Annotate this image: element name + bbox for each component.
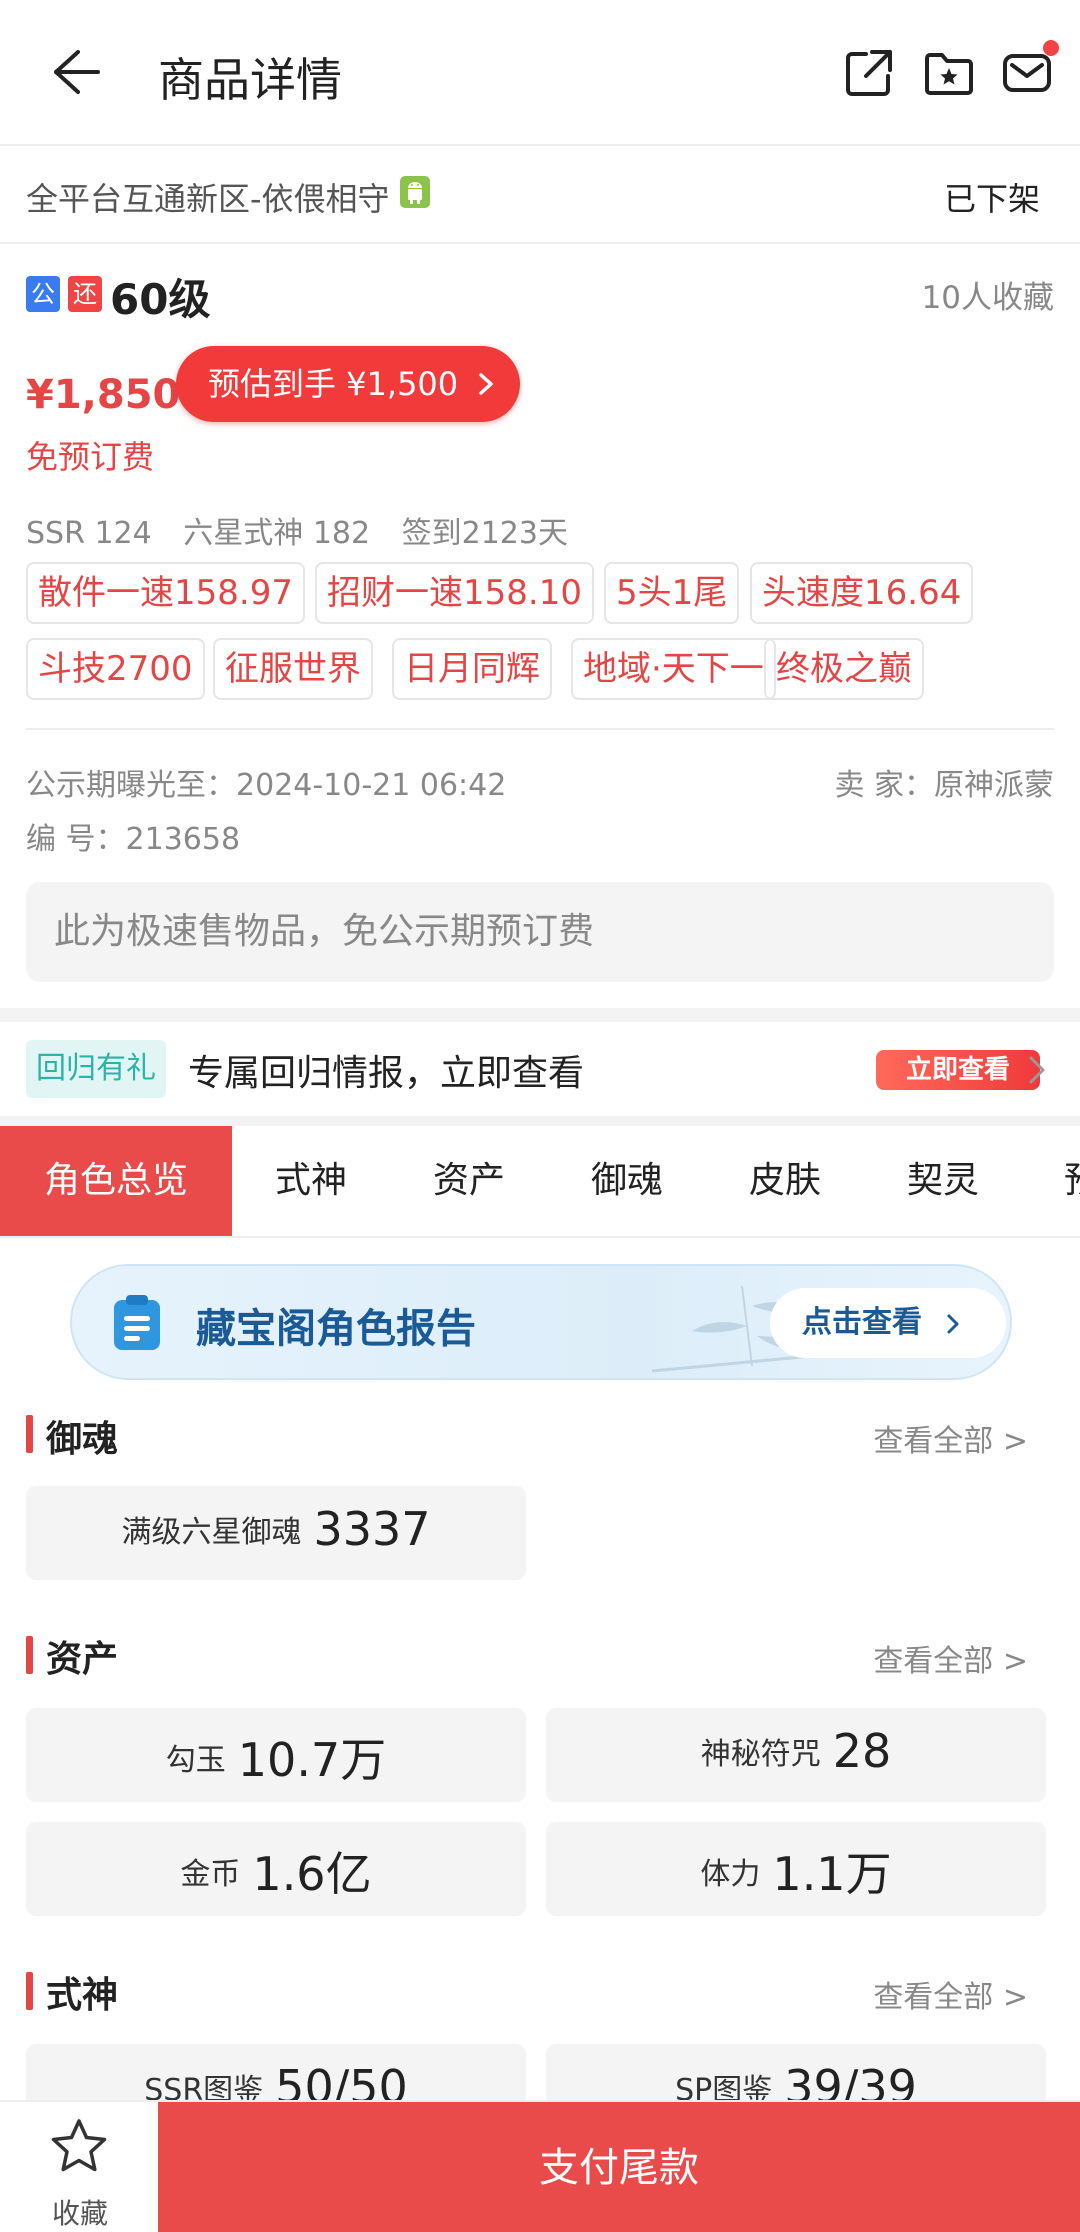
report-title: 藏宝阁角色报告 [196, 1306, 476, 1352]
asset-card: 勾玉 10.7万 [26, 1708, 526, 1802]
divider [26, 728, 1054, 730]
section-marker [26, 1636, 33, 1674]
server-row: 全平台互通新区-依偎相守 已下架 [0, 146, 1080, 244]
detail-tabs: 角色总览 式神 资产 御魂 皮肤 契灵 预 [0, 1126, 1080, 1238]
tab-shikigami[interactable]: 式神 [232, 1126, 390, 1236]
character-level: 60级 [110, 275, 211, 324]
estimate-label: 预估到手 ¥1,500 [208, 365, 459, 403]
section-title-yuhun: 御魂 [46, 1419, 119, 1460]
report-view-button[interactable]: 点击查看 [770, 1288, 1006, 1358]
stat-six-star: 六星式神 182 [183, 516, 371, 551]
tag-item: 5头1尾 [604, 562, 740, 624]
stat-checkin: 签到2123天 [401, 516, 568, 551]
return-badge: 还 [68, 276, 102, 312]
android-icon [400, 176, 430, 208]
section-gap [0, 1008, 1080, 1022]
fast-sale-notice: 此为极速售物品，免公示期预订费 [26, 882, 1054, 982]
favorite-count: 10人收藏 [921, 280, 1054, 316]
section-gap [0, 1116, 1080, 1126]
stat-ssr: SSR 124 [26, 516, 152, 551]
card-label: 金币 [180, 1857, 241, 1892]
section-title-assets: 资产 [46, 1639, 119, 1680]
character-stats: SSR 124 六星式神 182 签到2123天 [26, 508, 590, 552]
tag-item: 招财一速158.10 [315, 562, 594, 624]
card-label: 神秘符咒 [700, 1737, 821, 1772]
report-view-label: 点击查看 [802, 1305, 922, 1340]
section-marker [26, 1415, 33, 1453]
public-period: 公示期曝光至：2024-10-21 06:42 [26, 768, 507, 803]
view-all-assets[interactable]: 查看全部 > [873, 1636, 1028, 1680]
card-label: 勾玉 [165, 1743, 226, 1778]
tab-assets[interactable]: 资产 [390, 1126, 548, 1236]
card-value: 1.6亿 [252, 1847, 372, 1901]
yuhun-card: 满级六星御魂 3337 [26, 1486, 526, 1580]
share-icon[interactable] [842, 46, 896, 100]
chevron-right-icon [947, 1314, 959, 1334]
tag-item: 日月同辉 [392, 638, 552, 700]
return-promo-row[interactable]: 回归有礼 专属回归情报，立即查看 立即查看 [0, 1022, 1080, 1130]
notification-dot [1043, 40, 1059, 56]
tab-contract[interactable]: 契灵 [864, 1126, 1022, 1236]
card-value: 1.1万 [772, 1847, 892, 1901]
bottom-action-bar: 收藏 支付尾款 [0, 2100, 1080, 2232]
tag-item: 征服世界 [213, 638, 373, 700]
pay-balance-button[interactable]: 支付尾款 [158, 2102, 1080, 2232]
promo-text: 专属回归情报，立即查看 [188, 1053, 585, 1094]
tag-item: 头速度16.64 [750, 562, 974, 624]
tab-skins[interactable]: 皮肤 [706, 1126, 864, 1236]
asset-card: 体力 1.1万 [546, 1822, 1046, 1916]
public-badge: 公 [26, 276, 60, 312]
tag-item: 地域·天下一 [571, 638, 776, 700]
promo-view-button[interactable]: 立即查看 [876, 1050, 1040, 1090]
favorite-label[interactable]: 收藏 [52, 2192, 108, 2232]
promo-tag: 回归有礼 [26, 1040, 166, 1098]
view-all-shikigami[interactable]: 查看全部 > [873, 1972, 1028, 2016]
chevron-right-icon [1029, 1056, 1045, 1084]
tag-item: 散件一速158.97 [26, 562, 305, 624]
card-label: 满级六星御魂 [121, 1515, 302, 1550]
estimate-button[interactable]: 预估到手 ¥1,500 [176, 346, 520, 422]
chevron-right-icon [479, 373, 493, 395]
server-name: 全平台互通新区-依偎相守 [26, 180, 390, 218]
tab-yuhun[interactable]: 御魂 [548, 1126, 706, 1236]
back-arrow-icon[interactable] [44, 42, 104, 102]
listing-status: 已下架 [943, 180, 1040, 218]
seller-name: 卖 家：原神派蒙 [834, 768, 1054, 803]
price: ¥1,850 [26, 372, 181, 418]
card-value: 3337 [313, 1502, 431, 1556]
card-label: 体力 [700, 1857, 761, 1892]
section-title-shikigami: 式神 [46, 1975, 119, 2016]
item-serial: 编 号：213658 [26, 822, 241, 857]
view-all-yuhun[interactable]: 查看全部 > [873, 1416, 1028, 1460]
favorite-folder-icon[interactable] [922, 46, 976, 100]
page-title: 商品详情 [158, 53, 342, 107]
asset-card: 金币 1.6亿 [26, 1822, 526, 1916]
card-value: 28 [832, 1724, 892, 1778]
tab-overview[interactable]: 角色总览 [0, 1126, 232, 1236]
section-marker [26, 1972, 33, 2010]
role-report-banner[interactable]: 藏宝阁角色报告 点击查看 [70, 1264, 1012, 1380]
tag-item: 终极之巅 [764, 638, 924, 700]
free-fee-text: 免预订费 [26, 438, 155, 476]
tag-item: 斗技2700 [26, 638, 205, 700]
app-header: 商品详情 [0, 0, 1080, 146]
clipboard-icon [114, 1295, 160, 1350]
tab-more[interactable]: 预 [1022, 1126, 1080, 1236]
asset-card: 神秘符咒 28 [546, 1708, 1046, 1802]
star-icon[interactable] [48, 2116, 110, 2178]
card-value: 10.7万 [237, 1733, 387, 1787]
